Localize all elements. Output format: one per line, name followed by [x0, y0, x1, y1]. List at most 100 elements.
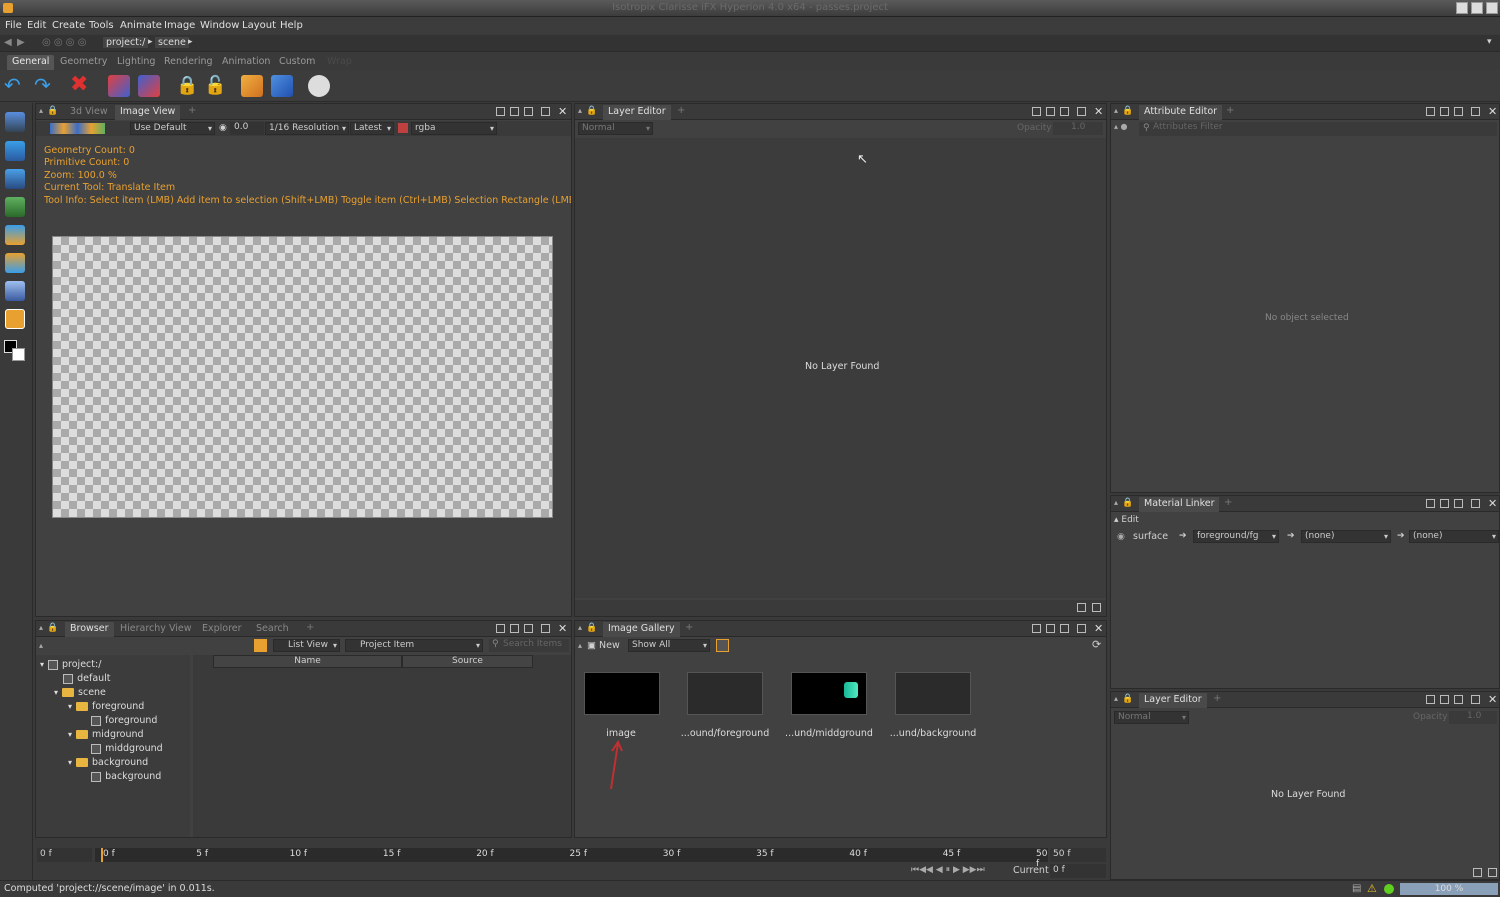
tab-material-linker[interactable]: Material Linker	[1139, 497, 1220, 512]
current-frame-field[interactable]: 0 f	[1050, 864, 1106, 878]
tab-explorer[interactable]: Explorer	[197, 622, 247, 637]
footer-icon[interactable]	[1473, 868, 1482, 877]
search-items-input[interactable]: Search Items	[489, 639, 569, 652]
maximize-icon[interactable]	[1471, 499, 1480, 508]
pointer-tool-icon[interactable]	[5, 281, 25, 301]
panel-menu-icon[interactable]: ▴	[578, 623, 582, 632]
split-h-icon[interactable]	[496, 624, 505, 633]
list-view-dropdown[interactable]: List View	[273, 639, 340, 652]
lock-icon[interactable]: 🔒	[176, 75, 198, 97]
split-v-icon[interactable]	[510, 624, 519, 633]
thumbnail-background[interactable]	[895, 672, 971, 715]
edit-menu[interactable]: ▴ Edit	[1114, 515, 1139, 525]
close-icon[interactable]	[1486, 2, 1498, 14]
menu-create[interactable]: Create	[52, 20, 85, 31]
split-v-icon[interactable]	[1440, 499, 1449, 508]
footer-icon[interactable]	[1077, 603, 1086, 612]
transform-tool-icon[interactable]	[5, 253, 25, 273]
split-both-icon[interactable]	[1454, 499, 1463, 508]
expand-arrow-icon[interactable]	[82, 772, 87, 781]
exposure-field[interactable]: 0.0	[230, 122, 264, 135]
path-child[interactable]: scene	[155, 37, 189, 48]
opacity-field[interactable]: 1.0	[1449, 711, 1497, 724]
resolution-dropdown[interactable]: 1/16 Resolution	[265, 122, 349, 135]
refresh-icon[interactable]: ⟳	[1092, 638, 1101, 651]
split-v-icon[interactable]	[1440, 107, 1449, 116]
split-h-icon[interactable]	[496, 107, 505, 116]
tab-image-gallery[interactable]: Image Gallery	[603, 622, 680, 637]
image-canvas[interactable]	[52, 236, 553, 518]
menu-help[interactable]: Help	[280, 20, 303, 31]
log-icon[interactable]: ▤	[1352, 883, 1361, 894]
translate-tool-icon[interactable]	[5, 141, 25, 161]
expand-arrow-icon[interactable]: ▾	[68, 730, 72, 739]
panel-lock-icon[interactable]: 🔒	[586, 106, 597, 116]
expand-arrow-icon[interactable]	[82, 744, 87, 753]
render-icon[interactable]	[308, 75, 330, 97]
split-both-icon[interactable]	[1454, 695, 1463, 704]
select-tool-icon[interactable]	[5, 112, 25, 132]
split-both-icon[interactable]	[1454, 107, 1463, 116]
menu-file[interactable]: File	[5, 20, 22, 31]
new-button[interactable]: ▣ New	[587, 640, 620, 651]
cube-orange-icon[interactable]	[241, 75, 263, 97]
display-dropdown[interactable]: Use Default	[130, 122, 215, 135]
maximize-icon[interactable]	[541, 107, 550, 116]
unlock-icon[interactable]: 🔓	[204, 75, 226, 97]
split-both-icon[interactable]	[1060, 624, 1069, 633]
menu-window[interactable]: Window	[200, 20, 239, 31]
tree-item[interactable]: middground	[82, 742, 163, 756]
split-v-icon[interactable]	[1046, 624, 1055, 633]
project-item-dropdown[interactable]: Project Item	[345, 639, 483, 652]
path-dropdown-icon[interactable]: ▾	[1487, 37, 1492, 47]
displacement-dropdown[interactable]: (none)	[1301, 530, 1391, 543]
add-tab-icon[interactable]: +	[1213, 693, 1221, 704]
tree-item[interactable]: ▾ scene	[54, 686, 106, 700]
tree-item[interactable]: ▾ project:/	[40, 658, 101, 672]
add-tab-icon[interactable]: +	[685, 622, 693, 633]
expand-arrow-icon[interactable]: ▾	[68, 758, 72, 767]
split-both-icon[interactable]	[524, 624, 533, 633]
close-panel-icon[interactable]: ✕	[558, 622, 567, 635]
expand-arrow-icon[interactable]: ▾	[68, 702, 72, 711]
close-panel-icon[interactable]: ✕	[1488, 105, 1497, 118]
delete-icon[interactable]: ✖	[70, 74, 92, 97]
display-mode-icons[interactable]	[50, 123, 105, 134]
add-tab-icon[interactable]: +	[1226, 105, 1234, 116]
menu-layout[interactable]: Layout	[242, 20, 276, 31]
tab-browser[interactable]: Browser	[65, 622, 114, 637]
blend-mode-dropdown[interactable]: Normal	[1114, 711, 1189, 724]
history-icon[interactable]: ◎ ◎ ◎ ◎	[42, 37, 86, 48]
link-arrow-icon[interactable]: ➔	[1397, 531, 1405, 541]
pick-tool-icon[interactable]	[5, 169, 25, 189]
panel-menu-icon[interactable]: ▴	[1114, 106, 1118, 115]
panel-menu-icon[interactable]: ▴	[1114, 498, 1118, 507]
split-h-icon[interactable]	[1032, 107, 1041, 116]
gallery-option-icon[interactable]	[716, 639, 729, 652]
material-dropdown[interactable]: foreground/fg	[1193, 530, 1279, 543]
column-source[interactable]: Source	[402, 655, 533, 668]
bg-color-icon[interactable]	[12, 348, 25, 361]
timeline-start-field[interactable]: 0 f	[37, 848, 92, 862]
tab-general[interactable]: General	[7, 55, 55, 70]
tab-rendering[interactable]: Rendering	[159, 55, 218, 70]
paint-tool-icon[interactable]	[5, 309, 25, 329]
tab-image-view[interactable]: Image View	[115, 105, 181, 120]
panel-lock-icon[interactable]: 🔒	[1122, 498, 1133, 508]
split-both-icon[interactable]	[1060, 107, 1069, 116]
path-root[interactable]: project:/	[103, 37, 149, 48]
maximize-icon[interactable]	[541, 624, 550, 633]
close-panel-icon[interactable]: ✕	[1094, 622, 1103, 635]
thumbnail-middground[interactable]	[791, 672, 867, 715]
attributes-filter-input[interactable]: Attributes Filter	[1139, 122, 1497, 136]
playback-controls[interactable]: ⏮◀◀ ◀ ⏸ ▶ ▶▶⏭	[911, 865, 985, 875]
forward-icon[interactable]: ▶	[17, 37, 25, 48]
tab-animation[interactable]: Animation	[217, 55, 275, 70]
tab-wrap[interactable]: Wrap	[322, 55, 357, 70]
tab-geometry[interactable]: Geometry	[55, 55, 112, 70]
menu-animate[interactable]: Animate	[120, 20, 162, 31]
tab-search[interactable]: Search	[251, 622, 294, 637]
image-tool-icon[interactable]	[5, 197, 25, 217]
thumbnail-image[interactable]	[584, 672, 660, 715]
maximize-icon[interactable]	[1471, 695, 1480, 704]
